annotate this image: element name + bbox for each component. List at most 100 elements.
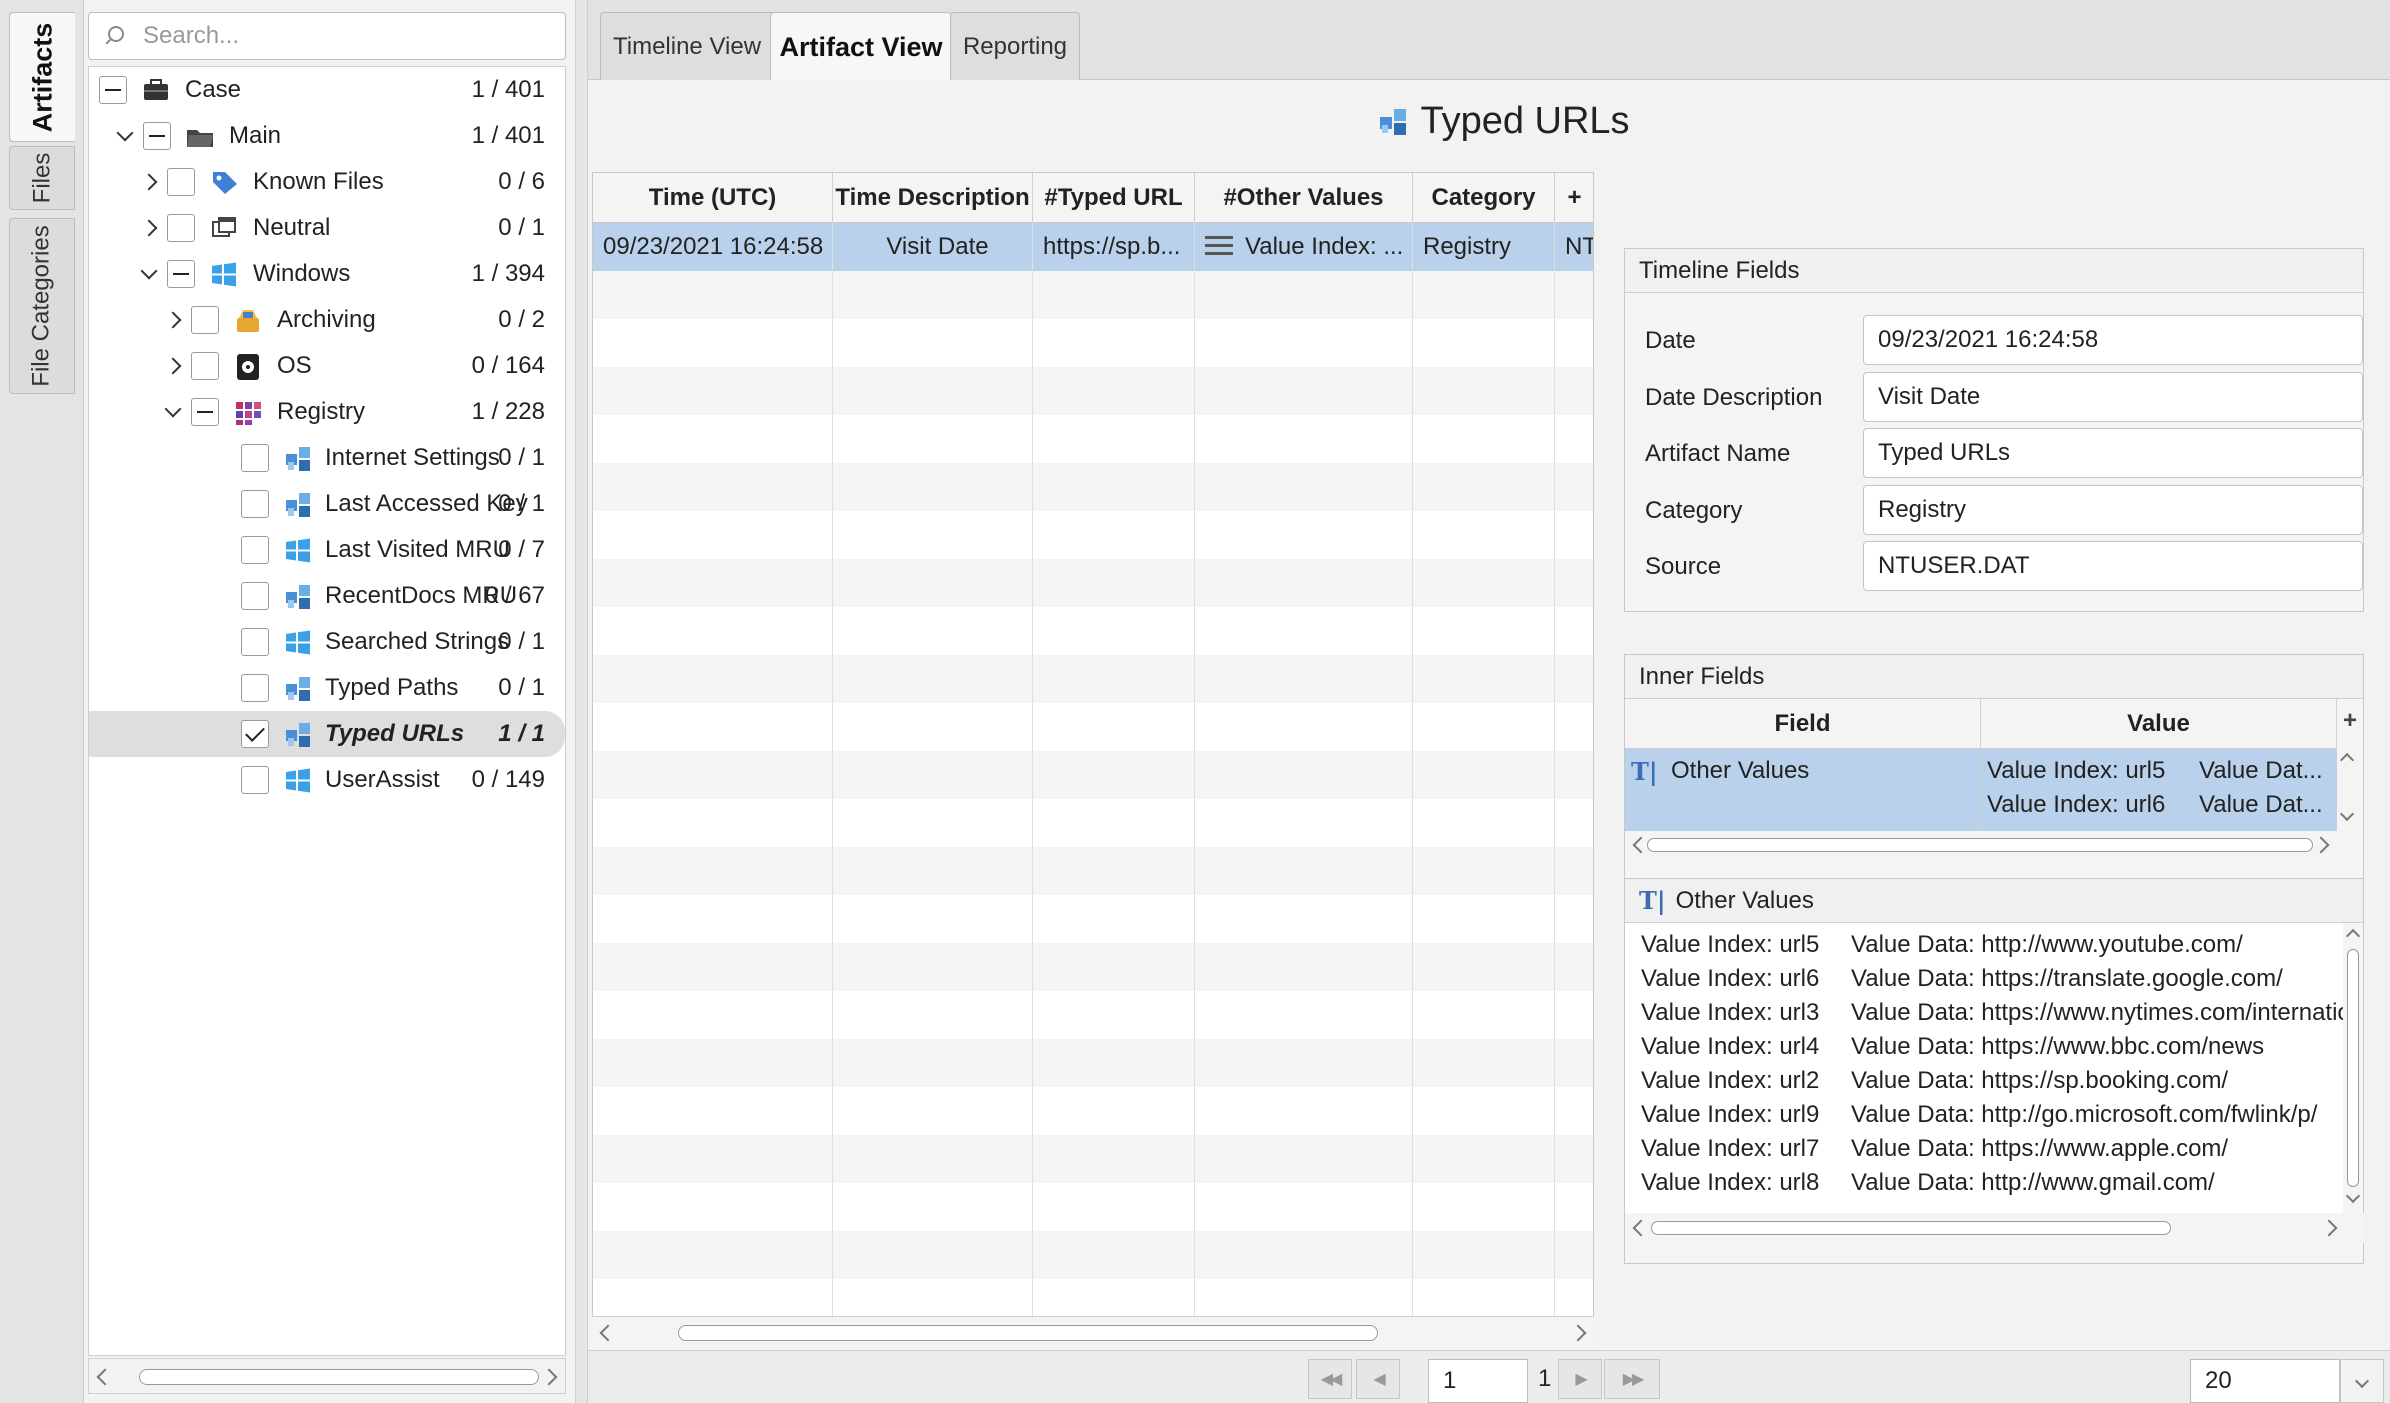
tab-file-categories[interactable]: File Categories (9, 218, 75, 394)
scroll-up-arrow-icon[interactable] (2339, 752, 2355, 768)
search-box[interactable] (88, 12, 566, 60)
tree-item[interactable]: Last Visited MRU 0 / 7 (89, 527, 565, 573)
tree-item[interactable]: OS 0 / 164 (89, 343, 565, 389)
tab-timeline-view[interactable]: Timeline View (600, 12, 774, 80)
tab-artifact-view[interactable]: Artifact View (770, 12, 952, 81)
tree-checkbox[interactable] (191, 306, 219, 334)
scroll-left-arrow-icon[interactable] (96, 1368, 114, 1386)
tree-checkbox[interactable] (241, 444, 269, 472)
table-horizontal-scrollbar[interactable] (592, 1316, 1594, 1348)
next-page-button[interactable]: ▶ (1558, 1359, 1602, 1399)
tree-item[interactable]: Known Files 0 / 6 (89, 159, 565, 205)
tree-item[interactable]: Internet Settings 0 / 1 (89, 435, 565, 481)
cell-other-values (1195, 367, 1413, 415)
tree-checkbox[interactable] (191, 352, 219, 380)
scrollbar-thumb[interactable] (678, 1325, 1378, 1341)
last-page-button[interactable]: ▶▶ (1604, 1359, 1660, 1399)
tree-item[interactable]: Main 1 / 401 (89, 113, 565, 159)
cell-typed-url (1033, 991, 1195, 1039)
tree-checkbox[interactable] (241, 536, 269, 564)
add-column-button[interactable]: + (1555, 173, 1593, 223)
chevron-down-icon[interactable] (163, 402, 183, 422)
page-number-input[interactable]: 1 (1428, 1359, 1528, 1403)
column-header-value[interactable]: Value (1981, 699, 2337, 749)
tree-checkbox[interactable] (241, 490, 269, 518)
tree-checkbox[interactable] (241, 720, 269, 748)
tree-item[interactable]: RecentDocs MRU 0 / 67 (89, 573, 565, 619)
tree-item[interactable]: Typed URLs 1 / 1 (89, 711, 565, 757)
other-values-vertical-scrollbar[interactable] (2343, 923, 2363, 1213)
scrollbar-thumb[interactable] (2347, 949, 2359, 1187)
column-header-category[interactable]: Category (1413, 173, 1555, 223)
tree-item[interactable]: UserAssist 0 / 149 (89, 757, 565, 803)
other-values-horizontal-scrollbar[interactable] (1625, 1213, 2365, 1243)
tree-checkbox[interactable] (241, 766, 269, 794)
chevron-right-icon[interactable] (163, 310, 183, 330)
scroll-right-arrow-icon[interactable] (2312, 836, 2330, 854)
tab-reporting[interactable]: Reporting (950, 12, 1080, 80)
scroll-right-arrow-icon[interactable] (540, 1368, 558, 1386)
scroll-up-arrow-icon[interactable] (2345, 928, 2361, 944)
tree-checkbox[interactable] (167, 214, 195, 242)
scroll-left-arrow-icon[interactable] (599, 1324, 617, 1342)
table-row[interactable]: 09/23/2021 16:24:58 Visit Date https://sp.… (593, 223, 1593, 271)
tree-item[interactable]: Typed Paths 0 / 1 (89, 665, 565, 711)
field-value[interactable]: 09/23/2021 16:24:58 (1863, 315, 2363, 365)
scroll-left-arrow-icon[interactable] (1632, 1219, 1650, 1237)
column-header-time[interactable]: Time (UTC) (593, 173, 833, 223)
chevron-down-icon[interactable] (115, 126, 135, 146)
tree-checkbox[interactable] (143, 122, 171, 150)
tree-item-label: Registry (277, 398, 366, 425)
inner-vertical-scrollbar[interactable] (2337, 749, 2357, 831)
first-page-button[interactable]: ◀◀ (1308, 1359, 1352, 1399)
cell-other-values (1195, 895, 1413, 943)
scrollbar-thumb[interactable] (1651, 1221, 2171, 1235)
chevron-right-icon[interactable] (139, 218, 159, 238)
tree-checkbox[interactable] (99, 76, 127, 104)
field-value[interactable]: Registry (1863, 484, 2363, 535)
field-value[interactable]: NTUSER.DAT (1863, 541, 2363, 591)
column-header-time-description[interactable]: Time Description (833, 173, 1033, 223)
field-value[interactable]: Typed URLs (1863, 428, 2363, 478)
tree-item[interactable]: Archiving 0 / 2 (89, 297, 565, 343)
scroll-down-arrow-icon[interactable] (2345, 1188, 2361, 1204)
tab-artifacts[interactable]: Artifacts (9, 12, 75, 142)
tree-item[interactable]: Searched Strings 0 / 1 (89, 619, 565, 665)
add-inner-column-button[interactable]: + (2343, 707, 2357, 735)
search-input[interactable] (143, 22, 543, 50)
scroll-right-arrow-icon[interactable] (2320, 1219, 2338, 1237)
cell-time-description (833, 463, 1033, 511)
tree-item[interactable]: Case 1 / 401 (89, 67, 565, 113)
tree-item-label: Main (229, 122, 282, 149)
tree-checkbox[interactable] (241, 582, 269, 610)
scrollbar-thumb[interactable] (139, 1369, 539, 1385)
chevron-right-icon[interactable] (139, 172, 159, 192)
panel-splitter[interactable] (576, 0, 588, 1403)
tree-checkbox[interactable] (241, 628, 269, 656)
chevron-down-icon[interactable] (139, 264, 159, 284)
tree-horizontal-scrollbar[interactable] (88, 1358, 566, 1394)
column-header-field[interactable]: Field (1625, 699, 1981, 749)
tree-checkbox[interactable] (191, 398, 219, 426)
page-size-dropdown-button[interactable] (2340, 1359, 2384, 1403)
column-header-typed-url[interactable]: #Typed URL (1033, 173, 1195, 223)
tree-item[interactable]: Windows 1 / 394 (89, 251, 565, 297)
prev-page-button[interactable]: ◀ (1356, 1359, 1400, 1399)
cell-typed-url (1033, 943, 1195, 991)
scroll-right-arrow-icon[interactable] (1569, 1324, 1587, 1342)
tree-checkbox[interactable] (167, 168, 195, 196)
column-header-other-values[interactable]: #Other Values (1195, 173, 1413, 223)
scrollbar-thumb[interactable] (1647, 838, 2313, 852)
scroll-down-arrow-icon[interactable] (2339, 806, 2355, 822)
page-size-select[interactable]: 20 (2190, 1359, 2340, 1403)
chevron-right-icon[interactable] (163, 356, 183, 376)
tree-item[interactable]: Neutral 0 / 1 (89, 205, 565, 251)
inner-field-row[interactable]: T| Other Values Value Index: url5 Value … (1625, 749, 2337, 831)
tree-checkbox[interactable] (241, 674, 269, 702)
tree-item[interactable]: Registry 1 / 228 (89, 389, 565, 435)
tab-files[interactable]: Files (9, 146, 75, 210)
inner-horizontal-scrollbar[interactable] (1625, 831, 2337, 859)
tree-checkbox[interactable] (167, 260, 195, 288)
tree-item[interactable]: Last Accessed Key 0 / 1 (89, 481, 565, 527)
field-value[interactable]: Visit Date (1863, 371, 2363, 422)
